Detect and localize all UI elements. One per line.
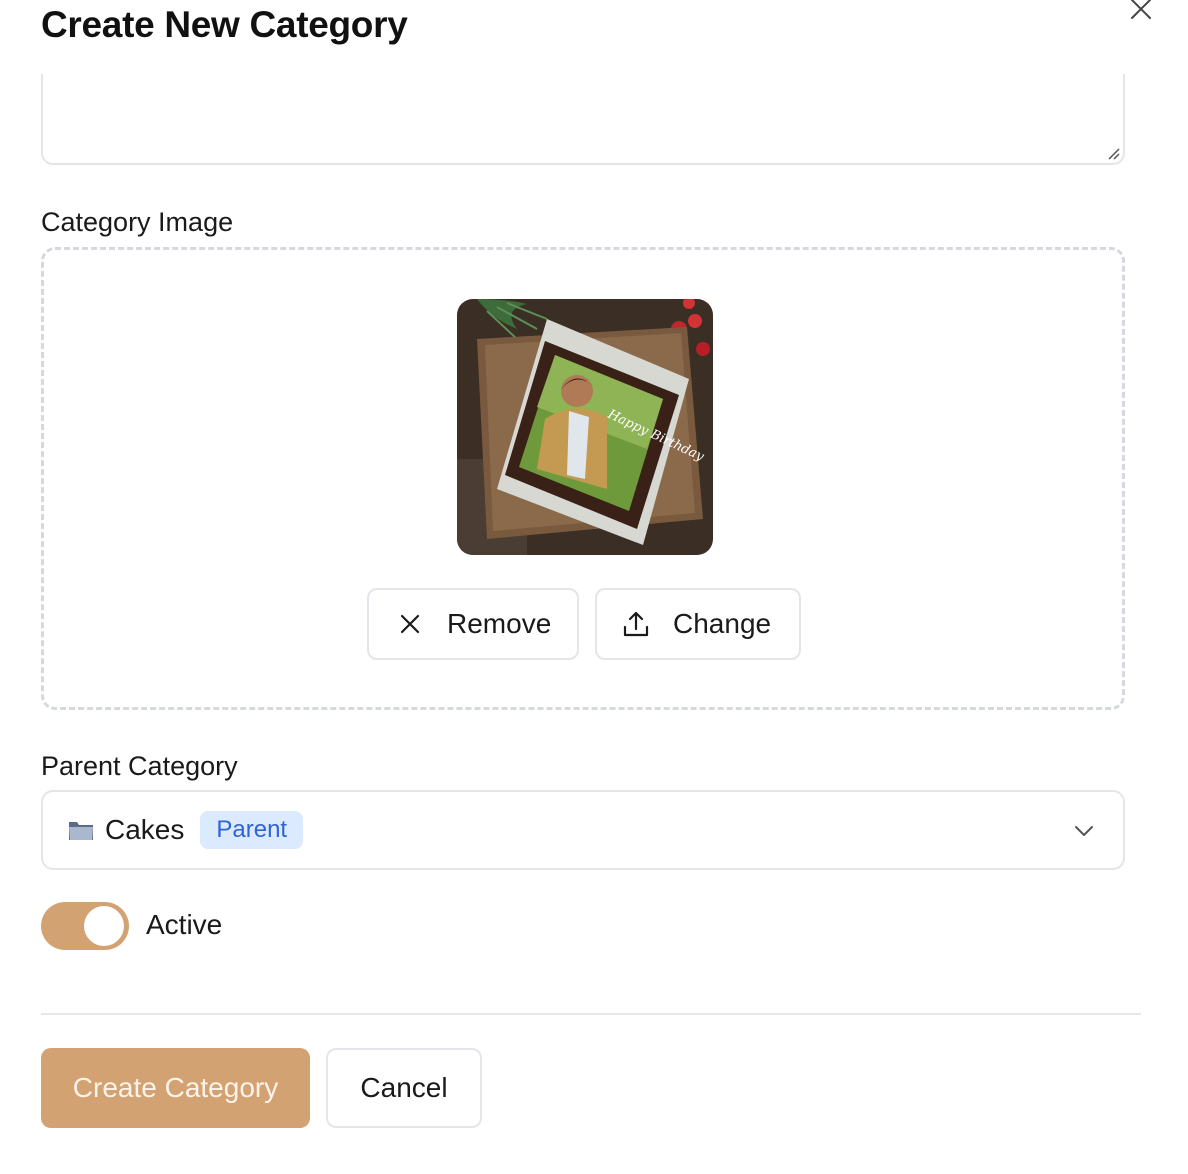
chevron-down-icon bbox=[1075, 826, 1093, 836]
active-label: Active bbox=[146, 909, 223, 940]
toggle-knob bbox=[84, 906, 124, 946]
upload-icon bbox=[623, 611, 649, 637]
image-dropzone[interactable]: Happy Birthday Remove Change bbox=[41, 247, 1125, 710]
remove-button-label: Remove bbox=[447, 608, 552, 639]
parent-category-select[interactable]: Cakes Parent bbox=[41, 790, 1125, 870]
description-textarea[interactable] bbox=[41, 74, 1125, 165]
parent-badge: Parent bbox=[200, 811, 304, 849]
category-image-preview: Happy Birthday bbox=[457, 299, 713, 555]
selected-category: Cakes bbox=[105, 814, 185, 845]
parent-category-label: Parent Category bbox=[41, 751, 238, 781]
change-button-label: Change bbox=[673, 608, 772, 639]
cancel-button[interactable]: Cancel bbox=[326, 1048, 482, 1128]
remove-image-button[interactable]: Remove bbox=[367, 588, 579, 660]
divider bbox=[41, 1013, 1141, 1015]
resize-handle-icon[interactable] bbox=[1104, 144, 1120, 160]
folder-icon bbox=[69, 822, 93, 840]
active-toggle[interactable] bbox=[41, 902, 129, 950]
x-icon bbox=[400, 614, 420, 634]
category-image-label: Category Image bbox=[41, 207, 234, 237]
change-image-button[interactable]: Change bbox=[595, 588, 801, 660]
close-icon bbox=[1131, 0, 1151, 19]
create-category-button[interactable]: Create Category bbox=[41, 1048, 310, 1128]
close-button[interactable] bbox=[1124, 0, 1158, 26]
modal-title: Create New Category bbox=[41, 4, 408, 45]
